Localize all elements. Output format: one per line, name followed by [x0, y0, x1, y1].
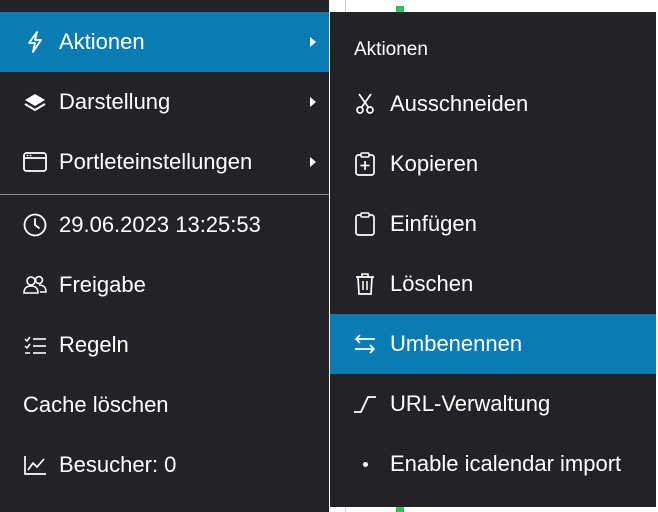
submenu-item-label: URL-Verwaltung — [390, 391, 551, 416]
menu-item-label: Darstellung — [59, 89, 171, 114]
menu-top-strip — [0, 0, 329, 12]
submenu-item-label: Einfügen — [390, 211, 477, 236]
users-icon — [22, 272, 48, 298]
menu-item-label: Regeln — [59, 332, 129, 357]
submenu-item-kopieren[interactable]: Kopieren — [330, 134, 656, 194]
submenu-item-label: Umbenennen — [390, 331, 523, 356]
menu-item-label: Portleteinstellungen — [59, 149, 253, 174]
submenu-item-ausschneiden[interactable]: Ausschneiden — [330, 74, 656, 134]
submenu-item-label: Löschen — [390, 271, 474, 296]
clipboard-icon — [352, 211, 378, 237]
submenu-item-einfuegen[interactable]: Einfügen — [330, 194, 656, 254]
info-item-timestamp: 29.06.2023 13:25:53 — [0, 195, 329, 255]
dot-icon — [352, 451, 378, 477]
submenu-item-umbenennen[interactable]: Umbenennen — [330, 314, 656, 374]
menu-item-label: Aktionen — [59, 29, 145, 54]
menu-item-label: Freigabe — [59, 272, 146, 297]
submenu-header: Aktionen — [354, 39, 428, 60]
timestamp-text: 29.06.2023 13:25:53 — [59, 212, 261, 237]
menu-item-aktionen[interactable]: Aktionen — [0, 12, 329, 72]
scissors-icon — [352, 91, 378, 117]
chevron-right-icon — [306, 35, 320, 49]
submenu-item-icalendar-import[interactable]: Enable icalendar import — [330, 434, 656, 494]
clipboard-plus-icon — [352, 151, 378, 177]
menu-item-portleteinstellungen[interactable]: Portleteinstellungen — [0, 132, 329, 192]
menu-item-besucher[interactable]: Besucher: 0 — [0, 435, 329, 495]
window-icon — [22, 149, 48, 175]
menu-item-darstellung[interactable]: Darstellung — [0, 72, 329, 132]
chevron-right-icon — [306, 155, 320, 169]
menu-item-freigabe[interactable]: Freigabe — [0, 255, 329, 315]
submenu-item-url-verwaltung[interactable]: URL-Verwaltung — [330, 374, 656, 434]
menu-item-cache-loeschen[interactable]: Cache löschen — [0, 375, 329, 435]
submenu-item-label: Kopieren — [390, 151, 479, 176]
layers-icon — [22, 89, 48, 115]
chevron-right-icon — [306, 95, 320, 109]
lightning-icon — [22, 29, 48, 55]
submenu-item-label: Ausschneiden — [390, 91, 529, 116]
clock-icon — [22, 212, 48, 238]
context-menu: Aktionen Darstellung Portleteinstellunge… — [0, 0, 329, 512]
submenu-aktionen: Aktionen Ausschneiden Kopieren Einfügen … — [330, 12, 656, 507]
menu-item-regeln[interactable]: Regeln — [0, 315, 329, 375]
menu-item-label: Besucher: 0 — [59, 452, 177, 477]
checklist-icon — [22, 332, 48, 358]
submenu-item-label: Enable icalendar import — [390, 451, 622, 476]
line-chart-icon — [22, 452, 48, 478]
trash-icon — [352, 271, 378, 297]
swap-arrows-icon — [352, 331, 378, 357]
submenu-item-loeschen[interactable]: Löschen — [330, 254, 656, 314]
slug-icon — [352, 391, 378, 417]
menu-item-label: Cache löschen — [23, 392, 169, 417]
